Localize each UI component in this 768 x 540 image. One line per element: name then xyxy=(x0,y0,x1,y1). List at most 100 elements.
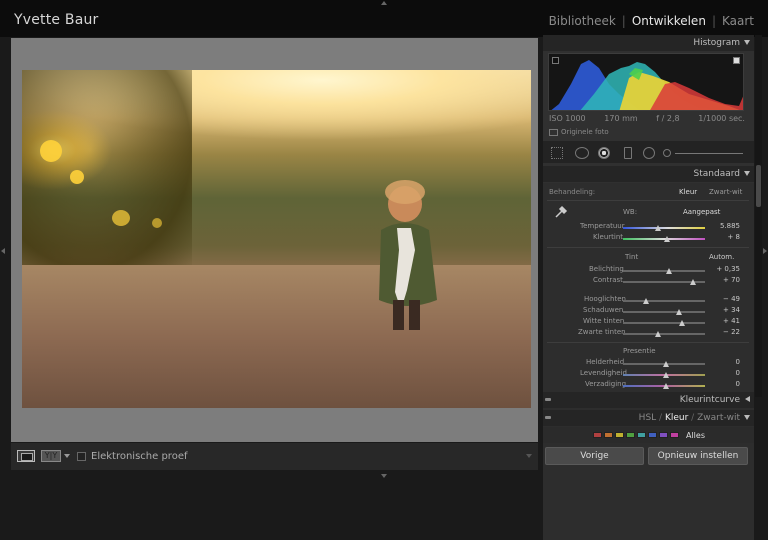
color-swatches xyxy=(592,432,680,438)
swatch-green[interactable] xyxy=(625,432,635,438)
before-after-view-button[interactable]: Y|Y xyxy=(41,450,61,462)
right-panel-toggle-icon[interactable] xyxy=(763,248,767,254)
temperature-label: Temperatuur xyxy=(580,222,625,230)
divider xyxy=(547,200,749,201)
tint-value[interactable]: + 8 xyxy=(727,233,740,241)
divider xyxy=(547,342,749,343)
clarity-label: Helderheid xyxy=(586,358,625,366)
highlight-clipping-toggle[interactable] xyxy=(733,57,740,64)
filmstrip-toggle-icon[interactable] xyxy=(381,474,387,478)
saturation-label: Verzadiging xyxy=(585,380,627,388)
treatment-color-option[interactable]: Kleur xyxy=(679,188,697,196)
exposure-slider-handle[interactable] xyxy=(666,268,672,274)
clarity-value[interactable]: 0 xyxy=(736,358,740,366)
tool-slider[interactable] xyxy=(675,153,743,154)
tint-slider-handle[interactable] xyxy=(664,236,670,242)
shadow-clipping-toggle[interactable] xyxy=(552,57,559,64)
reset-button[interactable]: Opnieuw instellen xyxy=(648,447,748,465)
swatch-aqua[interactable] xyxy=(636,432,646,438)
swatch-purple[interactable] xyxy=(658,432,668,438)
crop-tool-icon[interactable] xyxy=(551,147,563,159)
hsl-header[interactable]: HSL / Kleur / Zwart-wit xyxy=(543,410,754,426)
right-panel-scrollbar[interactable] xyxy=(755,35,762,397)
collapse-triangle-icon xyxy=(744,415,750,420)
identity-plate: Yvette Baur xyxy=(14,12,99,28)
vibrance-slider-handle[interactable] xyxy=(663,372,669,378)
auto-tone-button[interactable]: Autom. xyxy=(709,253,734,261)
swatch-yellow[interactable] xyxy=(614,432,624,438)
loupe-view-button[interactable] xyxy=(17,450,35,462)
temperature-value[interactable]: 5.885 xyxy=(720,222,740,230)
blacks-slider-handle[interactable] xyxy=(655,331,661,337)
radial-filter-tool-icon[interactable] xyxy=(643,147,655,159)
module-picker: Bibliotheek | Ontwikkelen | Kaart xyxy=(549,14,754,28)
shadows-label: Schaduwen xyxy=(583,306,624,314)
image-canvas[interactable] xyxy=(11,38,538,442)
focal-length: 170 mm xyxy=(604,114,638,123)
basic-panel: Behandeling: Kleur Zwart-wit WB: Aangepa… xyxy=(543,183,754,540)
swatch-blue[interactable] xyxy=(647,432,657,438)
all-colors-label[interactable]: Alles xyxy=(686,431,705,440)
histogram-header[interactable]: Histogram xyxy=(543,35,754,51)
photo-child xyxy=(379,180,437,330)
exposure-value[interactable]: + 0,35 xyxy=(716,265,740,273)
white-balance-picker-icon[interactable] xyxy=(553,204,569,220)
red-eye-tool-icon[interactable] xyxy=(598,147,610,159)
module-separator: | xyxy=(621,14,626,28)
blacks-value[interactable]: − 22 xyxy=(723,328,740,336)
spot-removal-tool-icon[interactable] xyxy=(575,147,589,159)
left-panel-toggle-icon[interactable] xyxy=(1,248,5,254)
saturation-slider-handle[interactable] xyxy=(663,383,669,389)
photo-trees xyxy=(22,70,192,270)
contrast-value[interactable]: + 70 xyxy=(723,276,740,284)
hsl-tab-color[interactable]: Kleur xyxy=(665,413,688,423)
toolbar-content-chevron-down-icon[interactable] xyxy=(526,454,532,458)
treatment-bw-option[interactable]: Zwart-wit xyxy=(709,188,742,196)
top-panel-toggle-icon[interactable] xyxy=(381,1,387,5)
previous-button[interactable]: Vorige xyxy=(545,447,644,465)
swatch-orange[interactable] xyxy=(603,432,613,438)
vibrance-value[interactable]: 0 xyxy=(736,369,740,377)
tone-curve-header[interactable]: Kleurintcurve xyxy=(543,392,754,408)
shadows-value[interactable]: + 34 xyxy=(723,306,740,314)
wb-preset-select[interactable]: Aangepast xyxy=(683,208,720,216)
tone-label: Tint xyxy=(625,253,639,261)
whites-value[interactable]: + 41 xyxy=(723,317,740,325)
panel-toggle-icon[interactable] xyxy=(545,416,551,419)
photo-bokeh xyxy=(152,218,162,228)
toolbar: Y|Y Elektronische proef xyxy=(11,443,538,470)
highlights-slider[interactable] xyxy=(623,300,705,302)
module-map[interactable]: Kaart xyxy=(722,14,754,28)
contrast-slider-handle[interactable] xyxy=(690,279,696,285)
temperature-slider[interactable] xyxy=(623,227,705,229)
shadows-slider-handle[interactable] xyxy=(676,309,682,315)
clarity-slider-handle[interactable] xyxy=(663,361,669,367)
module-develop[interactable]: Ontwikkelen xyxy=(632,14,706,28)
highlights-value[interactable]: − 49 xyxy=(723,295,740,303)
whites-slider[interactable] xyxy=(623,322,705,324)
shadows-slider[interactable] xyxy=(623,311,705,313)
exposure-slider[interactable] xyxy=(623,270,705,272)
histogram-graph[interactable] xyxy=(548,53,744,111)
wb-label: WB: xyxy=(623,208,638,216)
highlights-slider-handle[interactable] xyxy=(643,298,649,304)
view-options-chevron-down-icon[interactable] xyxy=(64,454,70,458)
divider xyxy=(547,247,749,248)
soft-proof-checkbox[interactable] xyxy=(77,452,86,461)
whites-slider-handle[interactable] xyxy=(679,320,685,326)
hsl-tab-bw[interactable]: Zwart-wit xyxy=(697,413,740,423)
temperature-slider-handle[interactable] xyxy=(655,225,661,231)
basic-header[interactable]: Standaard xyxy=(543,166,754,182)
swatch-magenta[interactable] xyxy=(669,432,679,438)
tool-strip xyxy=(543,141,754,163)
graduated-filter-tool-icon[interactable] xyxy=(624,147,632,159)
swatch-red[interactable] xyxy=(592,432,602,438)
panel-toggle-icon[interactable] xyxy=(545,398,551,401)
blacks-slider[interactable] xyxy=(623,333,705,335)
hsl-tab-hsl[interactable]: HSL xyxy=(639,413,657,423)
module-library[interactable]: Bibliotheek xyxy=(549,14,616,28)
saturation-value[interactable]: 0 xyxy=(736,380,740,388)
tone-curve-title: Kleurintcurve xyxy=(679,395,740,405)
scrollbar-thumb[interactable] xyxy=(756,165,761,207)
adjustment-brush-tool-icon[interactable] xyxy=(663,149,671,157)
